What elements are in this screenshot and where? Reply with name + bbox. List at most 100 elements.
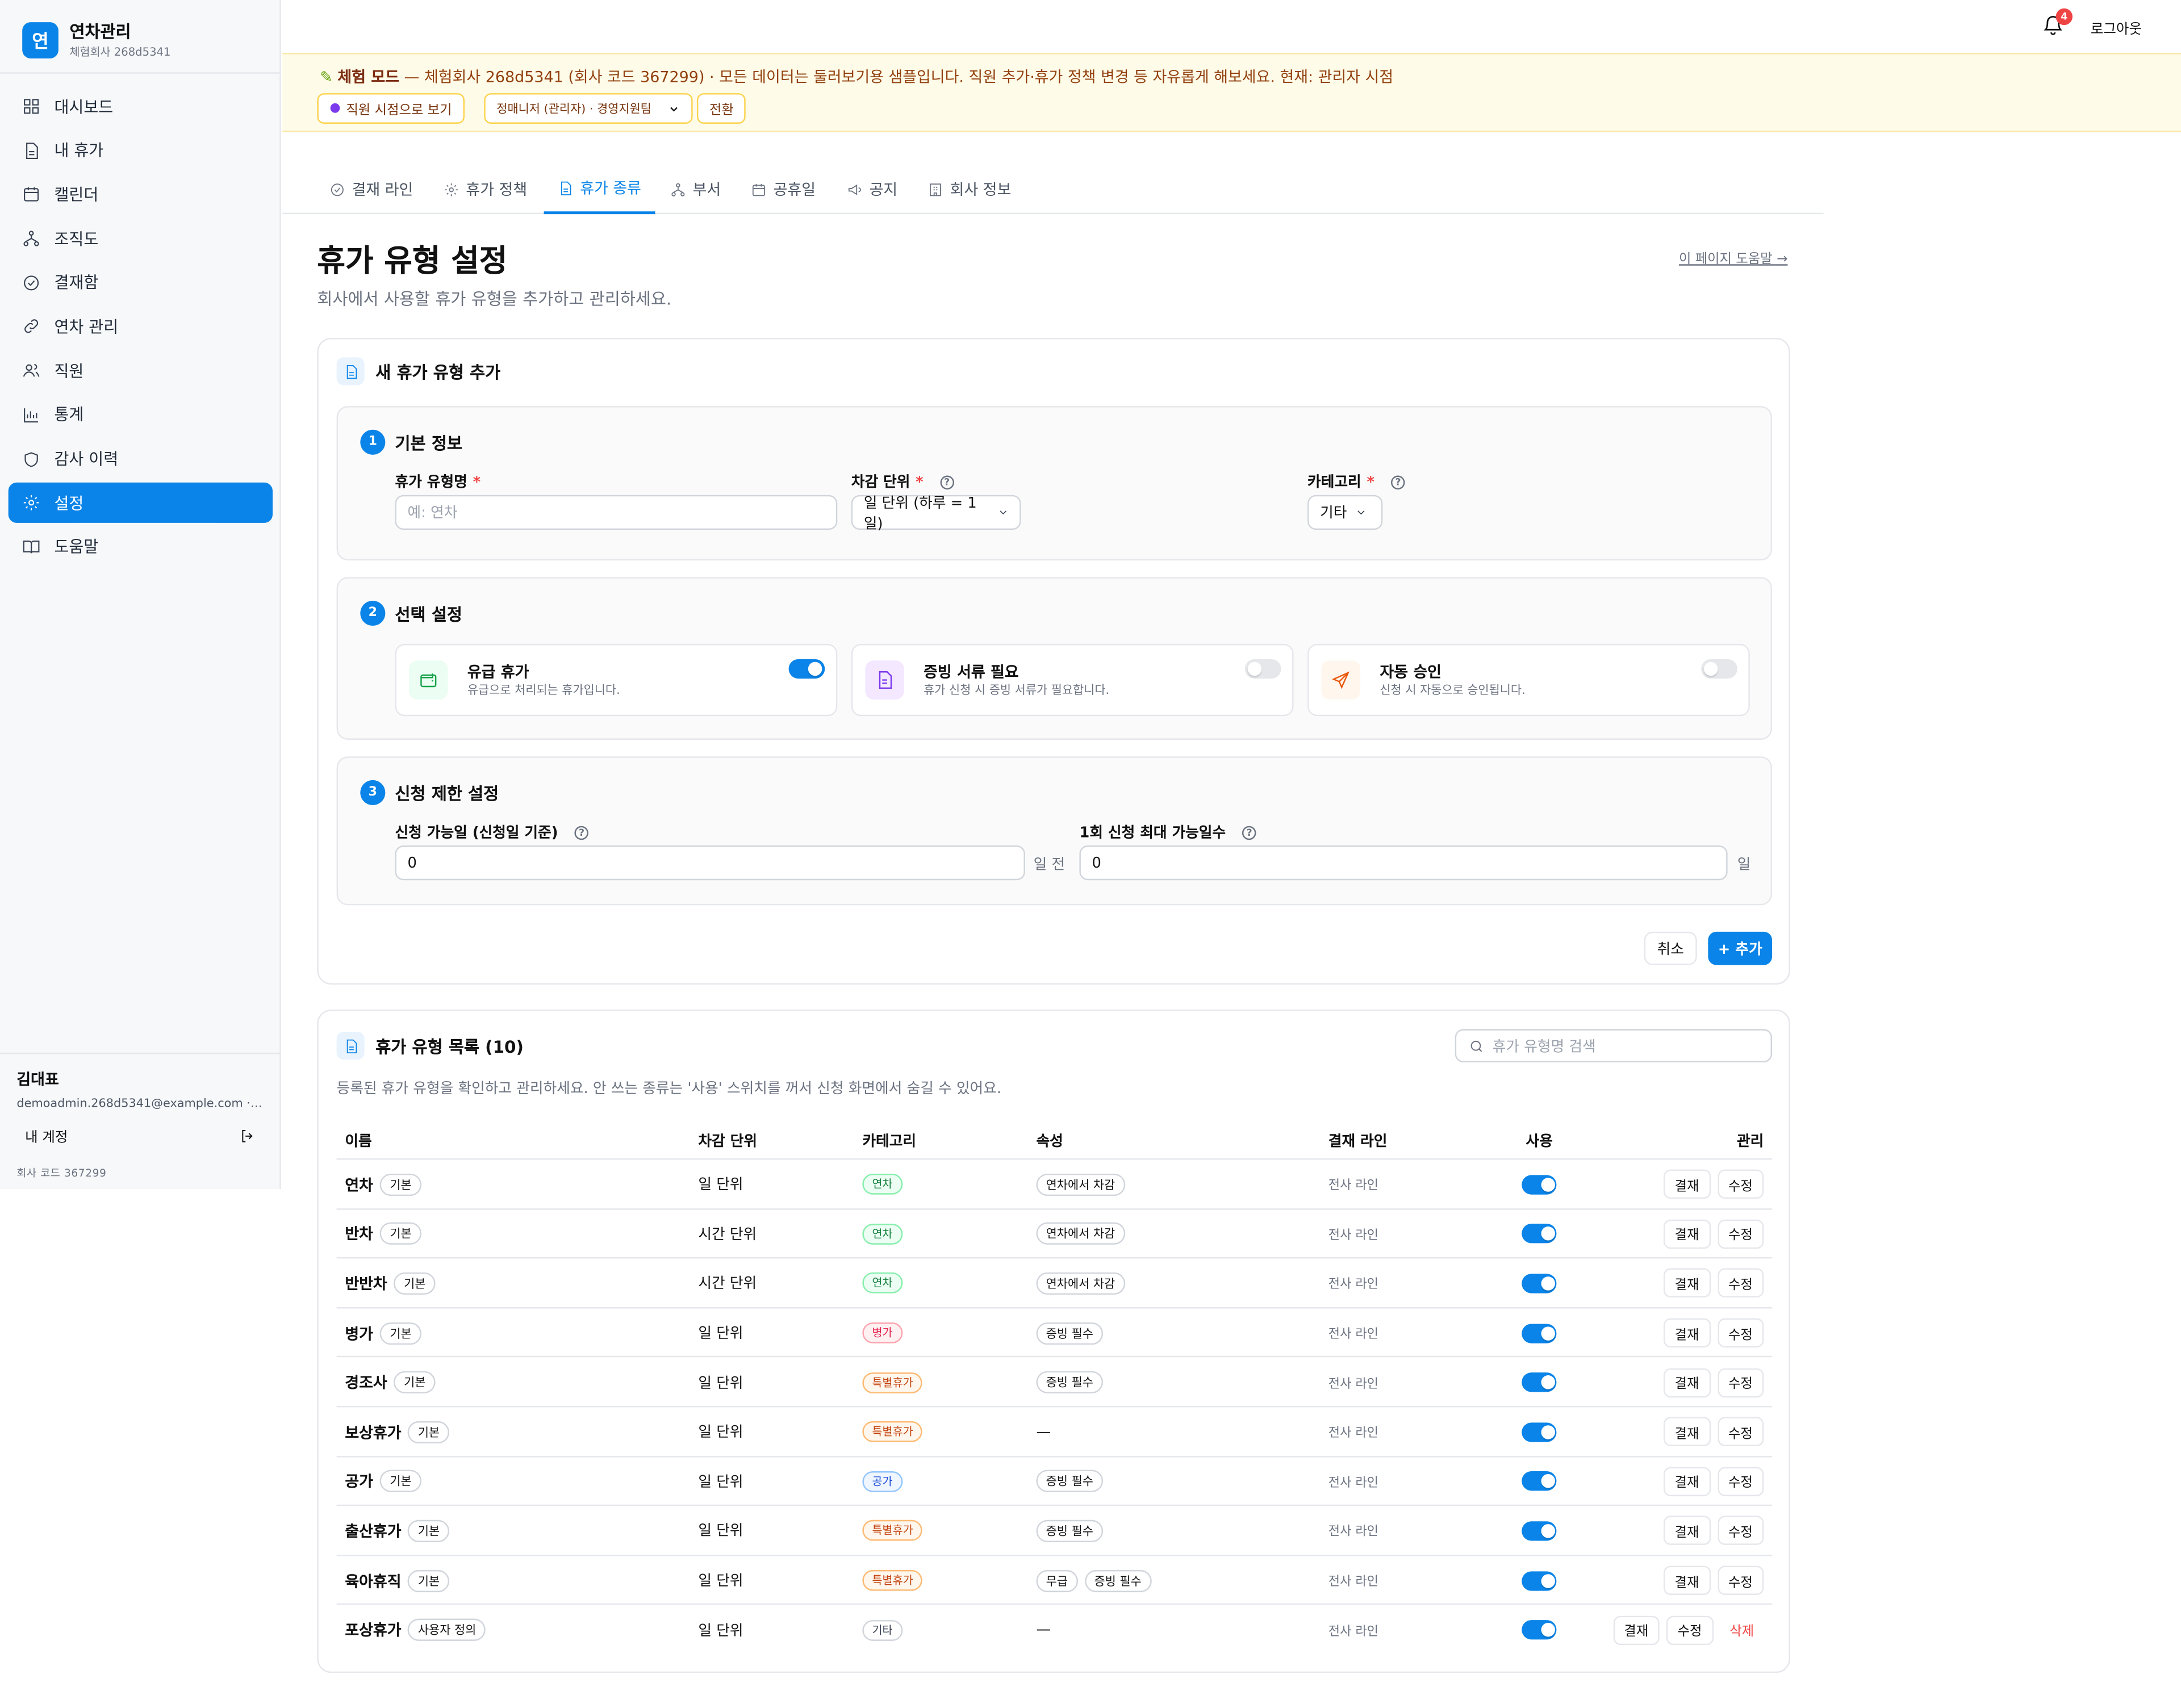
sidebar-item-10[interactable]: 도움말	[9, 527, 273, 567]
approval-button[interactable]: 결재	[1664, 1170, 1711, 1199]
calendar-icon	[24, 187, 39, 202]
enabled-toggle[interactable]	[1522, 1571, 1557, 1590]
enabled-toggle[interactable]	[1522, 1422, 1557, 1442]
tab-0[interactable]: 결재 라인	[329, 167, 413, 214]
edit-button[interactable]: 수정	[1666, 1615, 1713, 1645]
approval-button[interactable]: 결재	[1612, 1615, 1660, 1645]
brand[interactable]: 연 연차관리 체험회사 268d5341	[22, 19, 170, 60]
approval-line: 전사 라인	[1328, 1328, 1378, 1342]
sidebar-item-7[interactable]: 통계	[9, 395, 273, 435]
edit-button[interactable]: 수정	[1717, 1318, 1764, 1348]
leave-type-tag: 기본	[408, 1569, 450, 1592]
approval-button[interactable]: 결재	[1664, 1269, 1711, 1299]
table-cell: 출산휴가 기본	[345, 1506, 450, 1556]
table-row: 육아휴직 기본 일 단위 특별휴가 무급 증빙 필수 전사 라인 결재 수정	[336, 1556, 1773, 1606]
approval-line: 전사 라인	[1328, 1179, 1378, 1194]
enabled-toggle[interactable]	[1522, 1471, 1557, 1492]
approval-button[interactable]: 결재	[1664, 1467, 1711, 1496]
sidebar-item-label: 통계	[54, 405, 84, 425]
category-select[interactable]: 기타	[1307, 495, 1383, 530]
deduction-unit: 일 단위	[698, 1375, 743, 1392]
edit-button[interactable]: 수정	[1717, 1269, 1764, 1299]
view-as-employee-button[interactable]: ● 직원 시점으로 보기	[317, 93, 465, 124]
edit-button[interactable]: 수정	[1717, 1516, 1764, 1546]
sidebar-item-5[interactable]: 연차 관리	[9, 307, 273, 347]
table-cell	[1522, 1457, 1557, 1506]
column-header: 사용	[1526, 1133, 1553, 1150]
gear-icon	[445, 182, 458, 196]
option-card-0[interactable]: 유급 휴가 유급으로 처리되는 휴가입니다.	[395, 643, 838, 717]
advance-days-input[interactable]: 0	[395, 845, 1025, 881]
tab-6[interactable]: 회사 정보	[927, 167, 1011, 214]
max-days-input[interactable]: 0	[1079, 845, 1728, 881]
leave-type-tag: 기본	[408, 1421, 450, 1443]
employee-select[interactable]: 정매니저 (관리자) · 경영지원팀	[484, 93, 693, 124]
help-icon[interactable]: ?	[1242, 825, 1256, 839]
approval-button[interactable]: 결재	[1664, 1318, 1711, 1348]
search-input[interactable]: 휴가 유형명 검색	[1455, 1029, 1773, 1063]
tab-4[interactable]: 공휴일	[751, 167, 816, 214]
edit-button[interactable]: 수정	[1717, 1565, 1764, 1596]
sidebar-item-0[interactable]: 대시보드	[9, 86, 273, 127]
edit-button[interactable]: 수정	[1717, 1170, 1764, 1199]
edit-button[interactable]: 수정	[1717, 1467, 1764, 1496]
option-card-2[interactable]: 자동 승인 신청 시 자동으로 승인됩니다.	[1307, 643, 1750, 717]
edit-button[interactable]: 수정	[1717, 1368, 1764, 1397]
sidebar-item-1[interactable]: 내 휴가	[9, 130, 273, 170]
sidebar-item-2[interactable]: 캘린더	[9, 174, 273, 215]
logout-icon[interactable]	[239, 1127, 256, 1144]
approval-button[interactable]: 결재	[1664, 1516, 1711, 1546]
tab-label: 부서	[692, 181, 721, 199]
attribute-badge: 증빙 필수	[1036, 1371, 1104, 1394]
sidebar-item-3[interactable]: 조직도	[9, 219, 273, 259]
enabled-toggle[interactable]	[1522, 1372, 1557, 1392]
enabled-toggle[interactable]	[1522, 1224, 1557, 1244]
table-cell	[1522, 1209, 1557, 1259]
tab-5[interactable]: 공지	[847, 167, 897, 214]
option-card-1[interactable]: 증빙 서류 필요 휴가 신청 시 증빙 서류가 필요합니다.	[851, 643, 1294, 717]
help-icon[interactable]: ?	[1391, 475, 1405, 489]
option-toggle[interactable]	[788, 659, 825, 679]
enabled-toggle[interactable]	[1522, 1620, 1557, 1640]
tab-3[interactable]: 부서	[670, 167, 721, 214]
approval-button[interactable]: 결재	[1664, 1565, 1711, 1596]
sidebar-item-4[interactable]: 결재함	[9, 262, 273, 303]
enabled-toggle[interactable]	[1522, 1323, 1557, 1343]
sidebar-item-6[interactable]: 직원	[9, 350, 273, 391]
tab-label: 휴가 종류	[580, 179, 641, 198]
tab-1[interactable]: 휴가 정책	[444, 167, 527, 214]
page-help-link[interactable]: 이 페이지 도움말 →	[1679, 248, 1788, 267]
approval-button[interactable]: 결재	[1664, 1368, 1711, 1397]
delete-button[interactable]: 삭제	[1720, 1615, 1764, 1645]
help-icon[interactable]: ?	[940, 475, 954, 489]
table-cell: 연차	[862, 1209, 903, 1259]
enabled-toggle[interactable]	[1522, 1174, 1557, 1195]
sidebar-item-9[interactable]: 설정	[8, 483, 273, 524]
tab-2[interactable]: 휴가 종류	[544, 167, 655, 215]
unit-select[interactable]: 일 단위 (하루 = 1일)	[851, 495, 1021, 532]
edit-button[interactable]: 수정	[1717, 1219, 1764, 1249]
table-cell: 반차 기본	[345, 1209, 421, 1259]
document-icon	[561, 181, 571, 195]
cancel-button[interactable]: 취소	[1644, 931, 1697, 965]
add-button[interactable]: + 추가	[1708, 931, 1773, 965]
switch-button[interactable]: 전환	[696, 93, 746, 124]
attribute-badge: 연차에서 차감	[1036, 1173, 1125, 1196]
table-cell: 전사 라인	[1328, 1308, 1378, 1358]
approval-button[interactable]: 결재	[1664, 1219, 1711, 1249]
option-desc: 휴가 신청 시 증빙 서류가 필요합니다.	[924, 684, 1110, 698]
leave-name-input[interactable]: 예: 연차	[395, 495, 838, 530]
edit-button[interactable]: 수정	[1717, 1417, 1764, 1447]
logout-button[interactable]: 로그아웃	[2091, 16, 2142, 37]
step-badge: 2	[360, 600, 386, 626]
option-toggle[interactable]	[1244, 659, 1281, 679]
sidebar-item-8[interactable]: 감사 이력	[9, 439, 273, 479]
notification-badge: 4	[2055, 8, 2073, 26]
approval-button[interactable]: 결재	[1664, 1417, 1711, 1447]
enabled-toggle[interactable]	[1522, 1521, 1557, 1541]
my-account-link[interactable]: 내 계정	[16, 1125, 264, 1146]
help-icon[interactable]: ?	[574, 825, 589, 839]
tab-label: 휴가 정책	[466, 181, 528, 199]
enabled-toggle[interactable]	[1522, 1274, 1557, 1293]
option-toggle[interactable]	[1701, 659, 1737, 679]
